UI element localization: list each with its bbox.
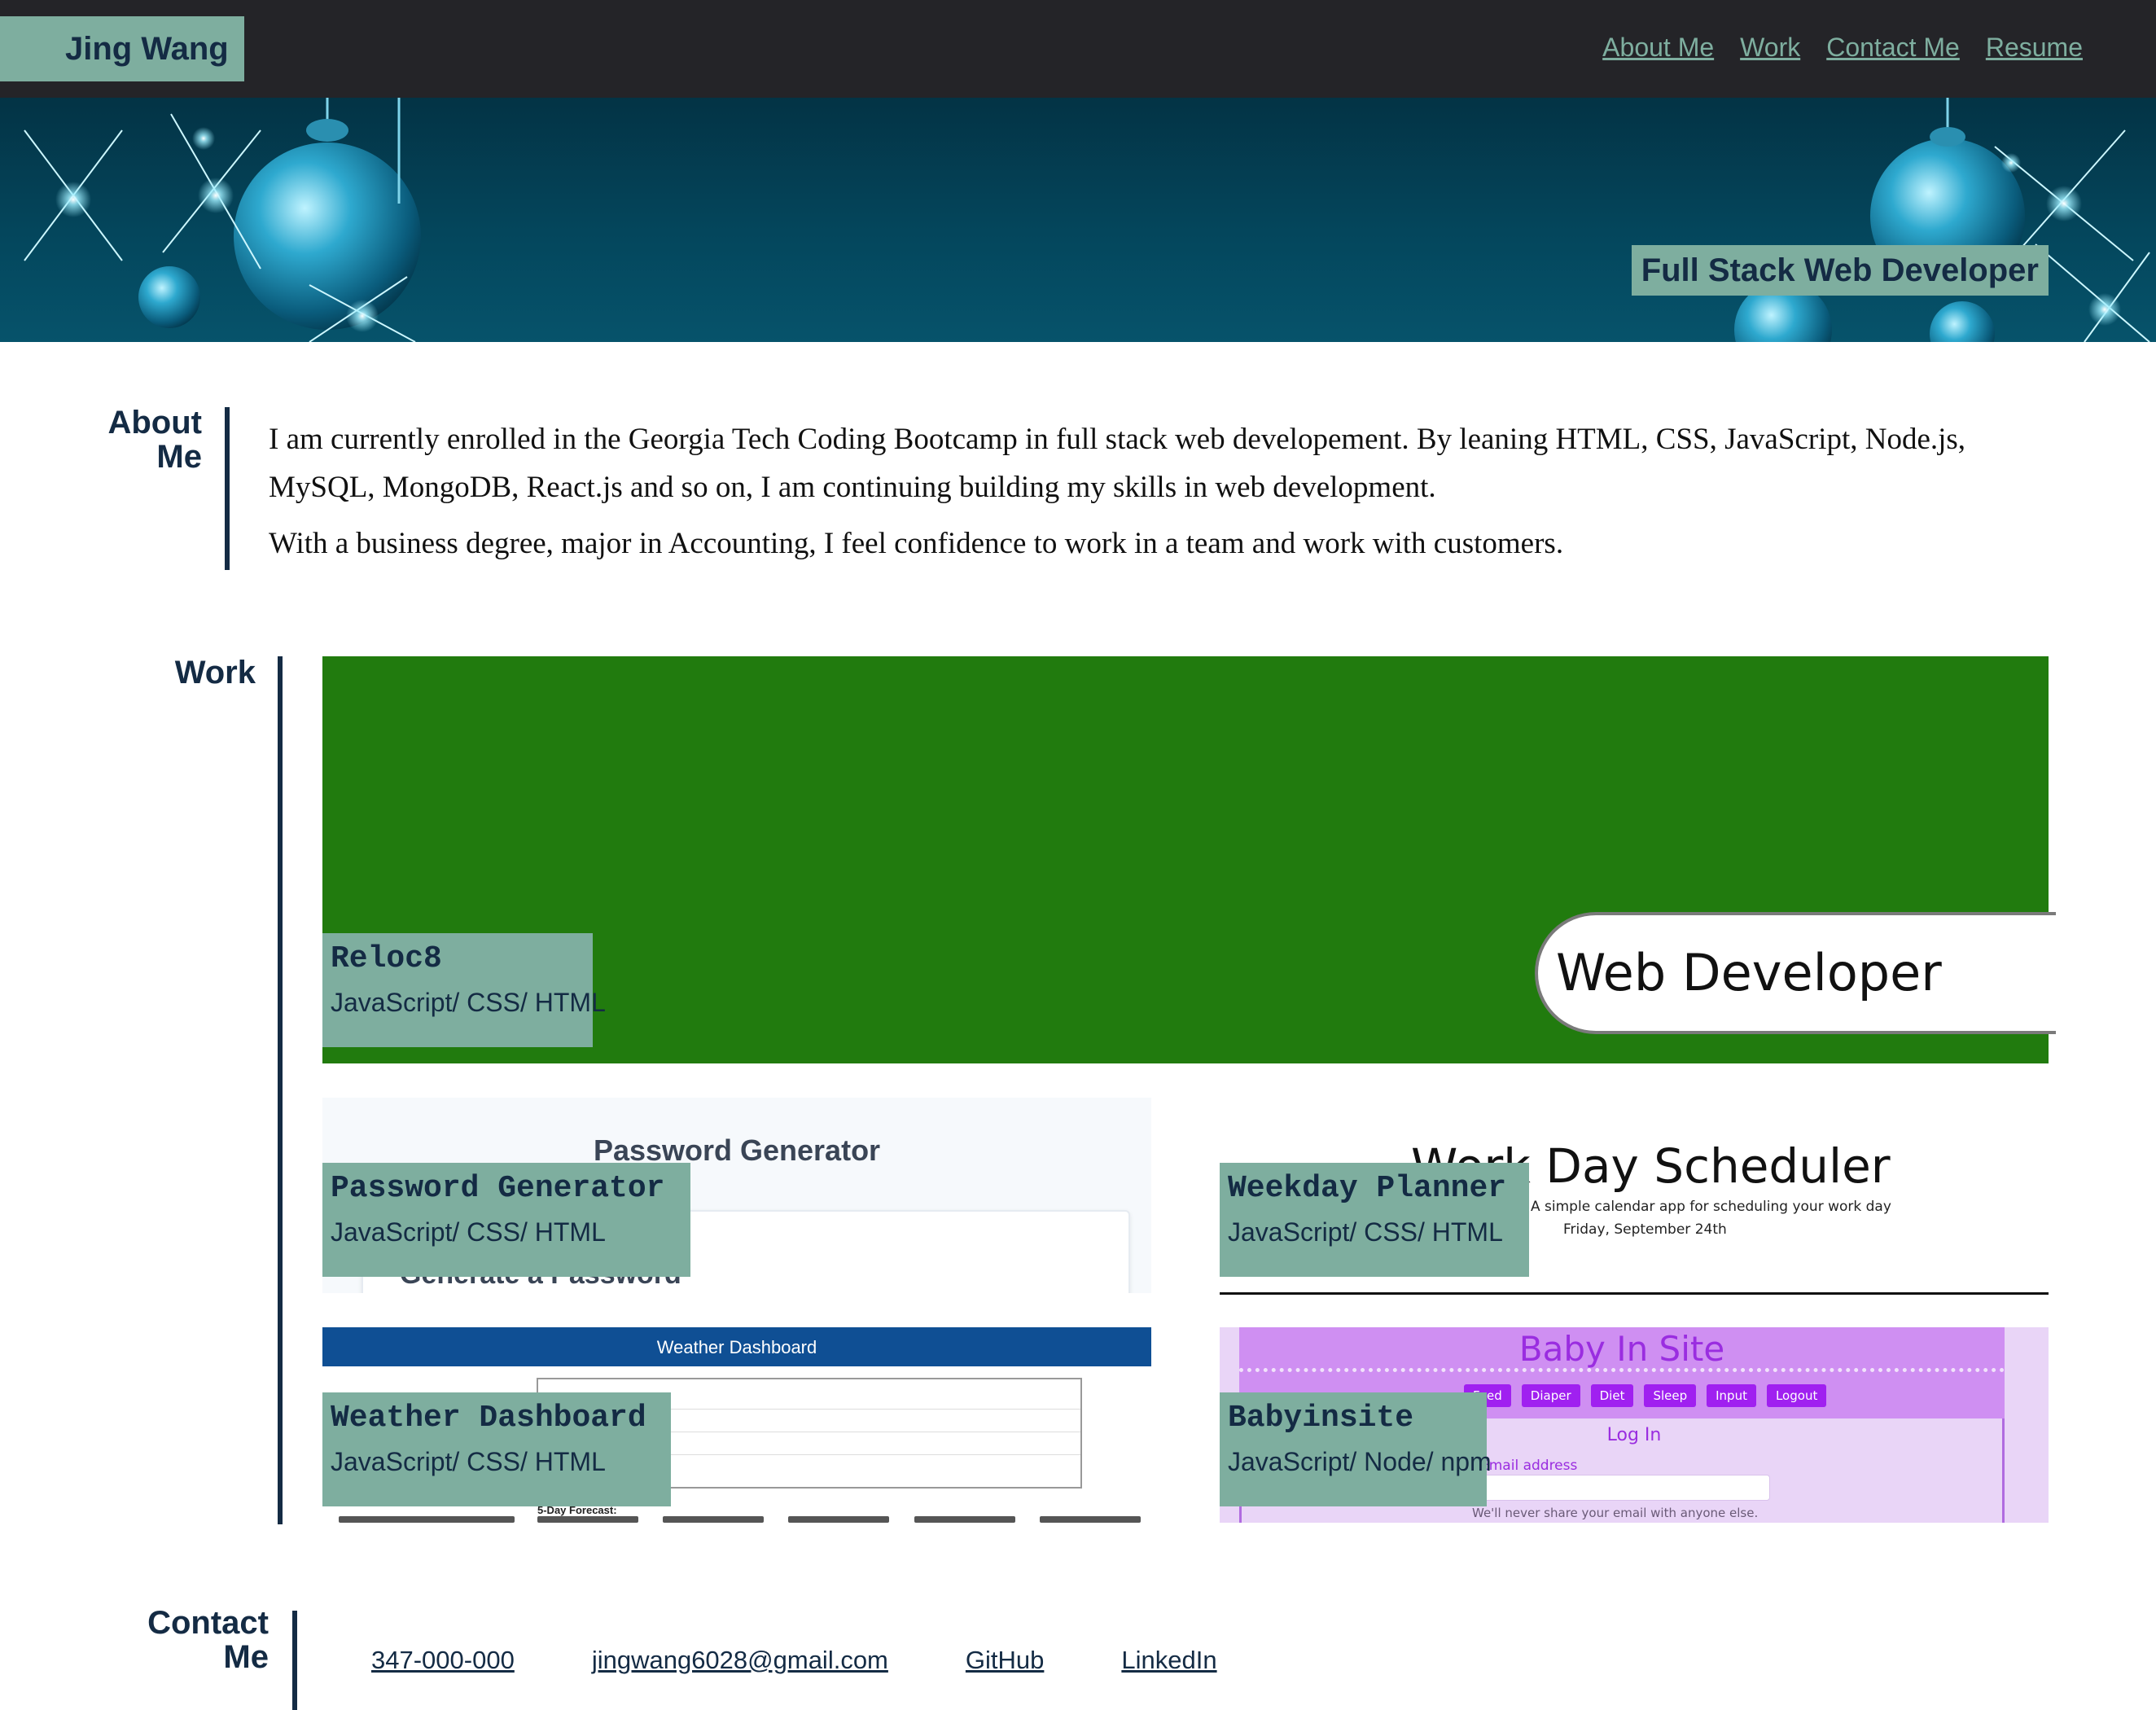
nav-link-contact-me[interactable]: Contact Me bbox=[1826, 33, 1960, 63]
nav-link-about-me[interactable]: About Me bbox=[1602, 33, 1714, 63]
project-card-weather-dashboard[interactable]: Weather Dashboard 5-Day Forecast: Weathe… bbox=[322, 1327, 1151, 1523]
preview-bar bbox=[914, 1516, 1015, 1523]
contact-github-link[interactable]: GitHub bbox=[966, 1646, 1044, 1675]
about-heading: About Me bbox=[107, 405, 202, 475]
preview-nav-item: Input bbox=[1707, 1384, 1756, 1407]
preview-title: Weather Dashboard bbox=[322, 1327, 1151, 1366]
contact-phone-link[interactable]: 347-000-000 bbox=[371, 1646, 515, 1675]
project-title: Reloc8 bbox=[331, 941, 442, 976]
project-label: Password Generator JavaScript/ CSS/ HTML bbox=[322, 1163, 690, 1277]
preview-nav-item: Diaper bbox=[1521, 1384, 1580, 1407]
project-title: Password Generator bbox=[331, 1171, 665, 1206]
top-navbar: Jing Wang About Me Work Contact Me Resum… bbox=[0, 0, 2156, 98]
preview-title: Baby In Site bbox=[1518, 1329, 1725, 1369]
project-label: Weekday Planner JavaScript/ CSS/ HTML bbox=[1220, 1163, 1529, 1277]
preview-bar bbox=[1040, 1516, 1141, 1523]
preview-bar bbox=[537, 1516, 638, 1523]
brand-name[interactable]: Jing Wang bbox=[0, 16, 244, 81]
preview-email-label: Email address bbox=[1480, 1458, 1578, 1474]
about-paragraph: With a business degree, major in Account… bbox=[269, 527, 1564, 561]
preview-bar bbox=[788, 1516, 889, 1523]
work-divider bbox=[278, 656, 283, 1524]
contact-linkedin-link[interactable]: LinkedIn bbox=[1121, 1646, 1216, 1675]
preview-subtitle: A simple calendar app for scheduling you… bbox=[1531, 1199, 1891, 1215]
preview-nav-item: Diet bbox=[1590, 1384, 1634, 1407]
project-tech: JavaScript/ CSS/ HTML bbox=[331, 1217, 606, 1247]
preview-nav-item: Sleep bbox=[1644, 1384, 1697, 1407]
main-nav: About Me Work Contact Me Resume bbox=[1602, 33, 2083, 63]
project-tech: JavaScript/ Node/ npm bbox=[1228, 1447, 1492, 1476]
about-paragraph: I am currently enrolled in the Georgia T… bbox=[269, 423, 1966, 505]
hero-banner: Full Stack Web Developer bbox=[0, 98, 2156, 342]
reloc8-preview-text: Web Developer bbox=[1535, 912, 2056, 1034]
project-card-password-generator[interactable]: Password Generator Generate a Password P… bbox=[322, 1098, 1151, 1293]
project-card-babyinsite[interactable]: Baby In Site Feed Diaper Diet Sleep Inpu… bbox=[1220, 1327, 2049, 1523]
project-tech: JavaScript/ CSS/ HTML bbox=[331, 988, 606, 1017]
preview-email-input bbox=[1480, 1475, 1770, 1501]
contact-links: 347-000-000 jingwang6028@gmail.com GitHu… bbox=[371, 1646, 1217, 1675]
nav-link-resume[interactable]: Resume bbox=[1986, 33, 2083, 63]
preview-dotted-rule bbox=[1239, 1368, 2005, 1372]
preview-nav: Feed Diaper Diet Sleep Input Logout bbox=[1464, 1384, 1827, 1407]
ornament-background-image bbox=[24, 98, 2150, 342]
project-card-weekday-planner[interactable]: Work Day Scheduler A simple calendar app… bbox=[1220, 1098, 2049, 1295]
project-title: Weekday Planner bbox=[1228, 1171, 1507, 1206]
project-title: Weather Dashboard bbox=[331, 1401, 646, 1436]
about-text: I am currently enrolled in the Georgia T… bbox=[269, 415, 2019, 577]
hero-tagline: Full Stack Web Developer bbox=[1631, 245, 2049, 296]
project-label: Weather Dashboard JavaScript/ CSS/ HTML bbox=[322, 1392, 671, 1506]
contact-divider bbox=[292, 1611, 297, 1710]
work-heading: Work bbox=[174, 655, 256, 691]
nav-link-work[interactable]: Work bbox=[1740, 33, 1800, 63]
preview-note: We'll never share your email with anyone… bbox=[1472, 1506, 1759, 1520]
project-label: Babyinsite JavaScript/ Node/ npm bbox=[1220, 1392, 1492, 1506]
contact-heading: Contact Me bbox=[147, 1605, 269, 1675]
project-title: Babyinsite bbox=[1228, 1401, 1414, 1436]
about-divider bbox=[225, 407, 230, 570]
project-label: Reloc8 JavaScript/ CSS/ HTML bbox=[322, 933, 606, 1047]
contact-email-link[interactable]: jingwang6028@gmail.com bbox=[592, 1646, 888, 1675]
preview-date: Friday, September 24th bbox=[1563, 1221, 1727, 1238]
preview-bar bbox=[663, 1516, 764, 1523]
preview-nav-item: Logout bbox=[1766, 1384, 1827, 1407]
project-tech: JavaScript/ CSS/ HTML bbox=[1228, 1217, 1503, 1247]
project-tech: JavaScript/ CSS/ HTML bbox=[331, 1447, 606, 1476]
preview-bar bbox=[339, 1516, 515, 1523]
